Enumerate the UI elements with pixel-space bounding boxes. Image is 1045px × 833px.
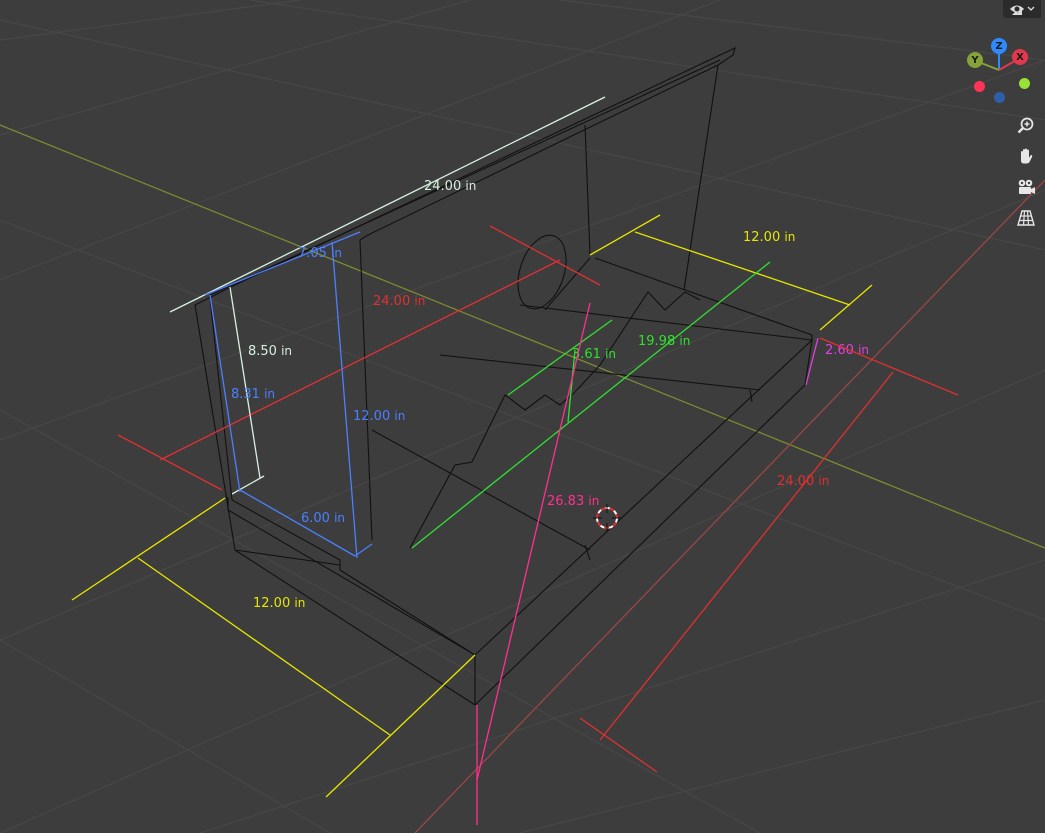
gizmo-y-label: Y <box>971 54 979 66</box>
dimension-roof-slope[interactable]: 7.05 in <box>204 231 361 296</box>
eye-icon <box>1010 5 1024 15</box>
chevron-down-icon <box>1027 6 1035 11</box>
gizmo-z-label: Z <box>995 40 1003 52</box>
svg-text:12.00 in: 12.00 in <box>743 230 795 245</box>
dimension-top-width[interactable]: 12.00 in <box>589 214 873 331</box>
overlay-visibility-toggle[interactable] <box>1003 0 1041 18</box>
gizmo-neg-x-axis[interactable] <box>974 81 985 92</box>
scene-canvas[interactable]: 24.00 in 7.05 in 24.00 in 12.00 in 8.50 … <box>0 0 1045 833</box>
3d-cursor-icon[interactable] <box>593 504 621 532</box>
gizmo-x-label: X <box>1016 51 1024 63</box>
svg-text:24.00 in: 24.00 in <box>777 474 829 489</box>
floor-grid <box>0 0 1045 833</box>
zoom-button[interactable] <box>1013 113 1039 139</box>
svg-text:24.00 in: 24.00 in <box>373 294 425 309</box>
svg-text:12.00 in: 12.00 in <box>353 409 405 424</box>
gizmo-z-axis[interactable]: Z <box>991 38 1007 54</box>
svg-text:7.05 in: 7.05 in <box>298 246 342 261</box>
dimension-wall-height-blue[interactable]: 8.31 in <box>209 294 275 493</box>
dimension-side-length[interactable]: 24.00 in <box>579 337 959 773</box>
pan-button[interactable] <box>1013 143 1039 169</box>
gizmo-y-axis[interactable]: Y <box>967 52 983 68</box>
grid-perspective-icon <box>1017 210 1035 226</box>
navigation-gizmo[interactable]: Z Y X <box>962 36 1038 108</box>
svg-text:6.00 in: 6.00 in <box>301 511 345 526</box>
svg-text:12.00 in: 12.00 in <box>253 596 305 611</box>
magnifier-plus-icon <box>1017 117 1034 134</box>
gizmo-x-axis[interactable]: X <box>1012 49 1028 65</box>
svg-text:24.00 in: 24.00 in <box>424 179 476 194</box>
x-axis-line <box>414 179 1045 833</box>
gizmo-neg-z-axis[interactable] <box>994 92 1005 103</box>
gizmo-neg-y-axis[interactable] <box>1019 78 1030 89</box>
perspective-toggle-button[interactable] <box>1013 205 1039 231</box>
3d-viewport[interactable]: 24.00 in 7.05 in 24.00 in 12.00 in 8.50 … <box>0 0 1045 833</box>
dimension-stair-rise[interactable]: 3.61 in <box>507 319 616 423</box>
dimension-diagonal[interactable]: 26.83 in <box>476 302 599 825</box>
svg-text:19.98 in: 19.98 in <box>638 334 690 349</box>
hand-icon <box>1021 148 1033 164</box>
camera-icon <box>1018 179 1035 194</box>
svg-text:8.50 in: 8.50 in <box>248 344 292 359</box>
y-axis-line <box>0 124 1045 549</box>
svg-text:8.31 in: 8.31 in <box>231 387 275 402</box>
svg-text:26.83 in: 26.83 in <box>547 494 599 509</box>
camera-view-button[interactable] <box>1013 174 1039 200</box>
dimension-front-width[interactable]: 12.00 in <box>71 497 476 798</box>
